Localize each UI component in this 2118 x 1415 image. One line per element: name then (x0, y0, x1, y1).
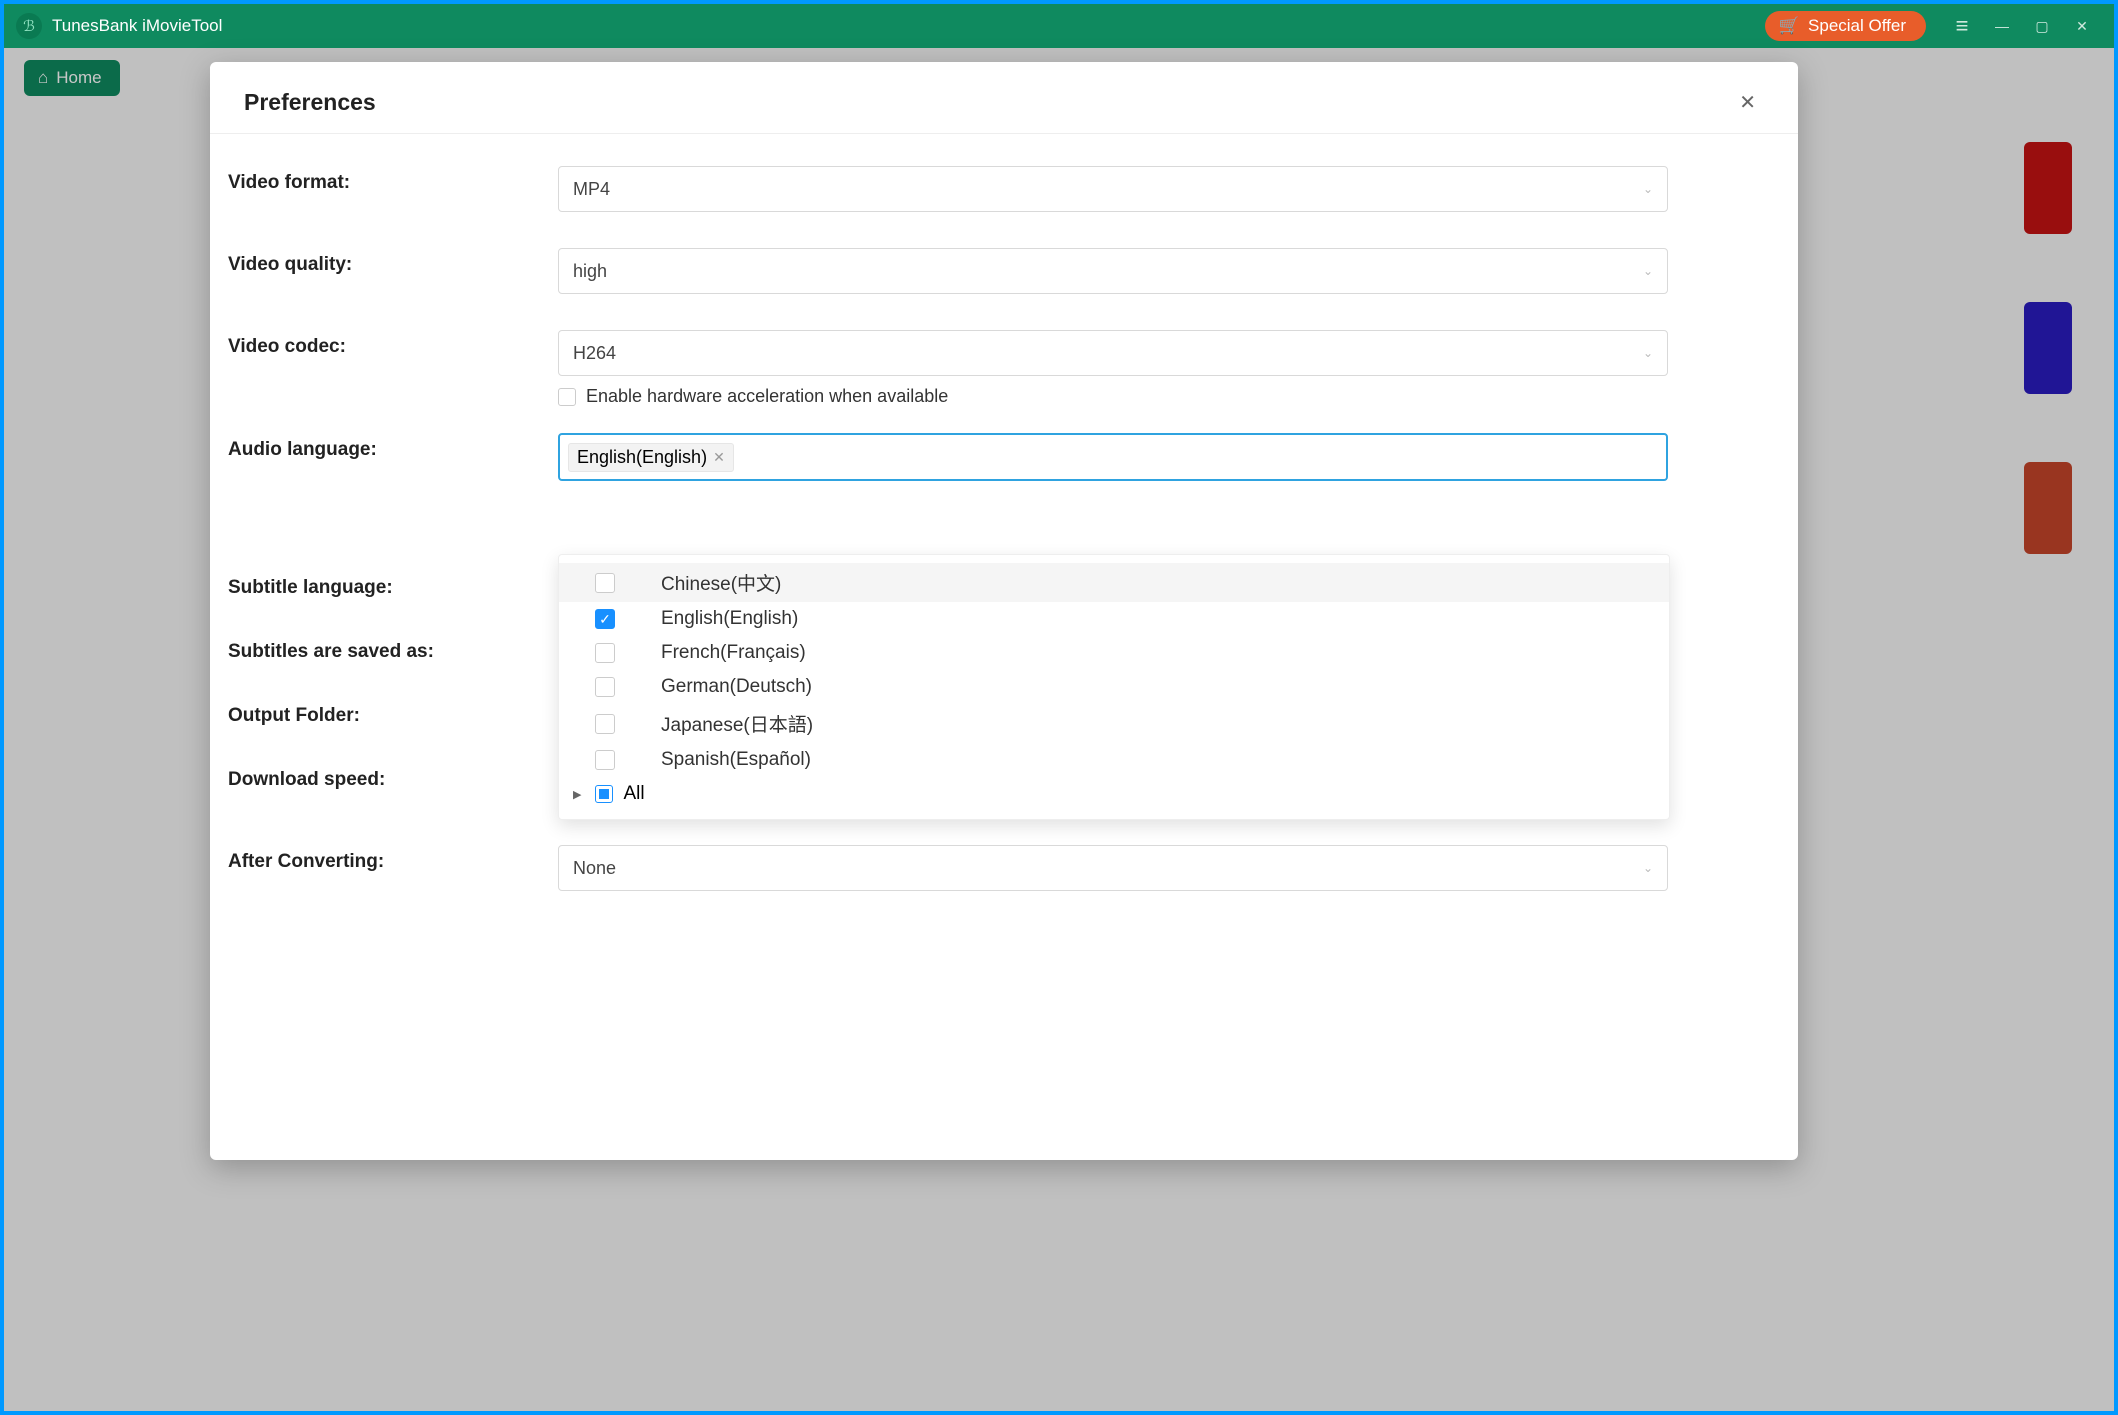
titlebar: ℬ TunesBank iMovieTool 🛒 Special Offer ≡… (4, 4, 2114, 48)
label-video-codec: Video codec: (228, 330, 558, 358)
chevron-down-icon: ⌄ (1643, 861, 1653, 875)
close-icon[interactable]: ✕ (1731, 86, 1764, 119)
dropdown-option-all[interactable]: ▶ All (559, 777, 1669, 811)
special-offer-label: Special Offer (1808, 16, 1906, 36)
maximize-button[interactable]: ▢ (2022, 6, 2062, 46)
minimize-button[interactable]: — (1982, 6, 2022, 46)
option-checkbox[interactable] (595, 714, 615, 734)
label-output-folder: Output Folder: (228, 699, 558, 727)
label-audio-language: Audio language: (228, 433, 558, 461)
dropdown-option-japanese[interactable]: Japanese(日本語) (559, 704, 1669, 743)
hw-accel-checkbox-row[interactable]: Enable hardware acceleration when availa… (558, 386, 1668, 407)
menu-icon[interactable]: ≡ (1942, 6, 1982, 46)
cart-icon: 🛒 (1779, 16, 1800, 36)
select-video-quality[interactable]: high ⌄ (558, 248, 1668, 294)
row-video-format: Video format: MP4 ⌄ (228, 166, 1780, 212)
label-subtitle-language: Subtitle language: (228, 571, 558, 599)
chevron-down-icon: ⌄ (1643, 182, 1653, 196)
tag-remove-icon[interactable]: ✕ (713, 449, 725, 466)
label-subtitles-saved-as: Subtitles are saved as: (228, 635, 558, 663)
row-video-quality: Video quality: high ⌄ (228, 248, 1780, 294)
label-video-quality: Video quality: (228, 248, 558, 276)
hw-accel-label: Enable hardware acceleration when availa… (586, 386, 948, 407)
modal-body: Video format: MP4 ⌄ Video quality: high … (210, 134, 1798, 1160)
row-after-converting: After Converting: None ⌄ (228, 845, 1780, 891)
select-video-format[interactable]: MP4 ⌄ (558, 166, 1668, 212)
hw-accel-checkbox[interactable] (558, 388, 576, 406)
option-checkbox[interactable] (595, 609, 615, 629)
modal-header: Preferences ✕ (210, 62, 1798, 134)
app-logo-icon: ℬ (16, 13, 42, 39)
preferences-modal: Preferences ✕ Video format: MP4 ⌄ Video … (210, 62, 1798, 1160)
app-body: ⌂ Home Preferences ✕ Video format: MP4 ⌄ (4, 48, 2114, 1411)
select-video-codec[interactable]: H264 ⌄ (558, 330, 1668, 376)
option-checkbox[interactable] (595, 677, 615, 697)
select-after-converting[interactable]: None ⌄ (558, 845, 1668, 891)
row-video-codec: Video codec: H264 ⌄ Enable hardware acce… (228, 330, 1780, 407)
dropdown-option-english[interactable]: English(English) (559, 602, 1669, 636)
chevron-down-icon: ⌄ (1643, 264, 1653, 278)
audio-language-tag: English(English) ✕ (568, 443, 734, 472)
chevron-down-icon: ⌄ (1643, 346, 1653, 360)
option-checkbox[interactable] (595, 750, 615, 770)
label-download-speed: Download speed: (228, 763, 558, 791)
option-checkbox[interactable] (595, 643, 615, 663)
dropdown-option-chinese[interactable]: Chinese(中文) (559, 563, 1669, 602)
label-video-format: Video format: (228, 166, 558, 194)
audio-language-dropdown: Chinese(中文) English(English) French(Fran… (558, 554, 1670, 820)
multiselect-audio-language[interactable]: English(English) ✕ (558, 433, 1668, 481)
dropdown-option-spanish[interactable]: Spanish(Español) (559, 743, 1669, 777)
expand-caret-icon[interactable]: ▶ (573, 788, 581, 801)
window-close-button[interactable]: ✕ (2062, 6, 2102, 46)
dropdown-option-german[interactable]: German(Deutsch) (559, 670, 1669, 704)
label-after-converting: After Converting: (228, 845, 558, 873)
special-offer-button[interactable]: 🛒 Special Offer (1765, 11, 1926, 41)
app-title: TunesBank iMovieTool (52, 16, 1765, 36)
option-checkbox[interactable] (595, 573, 615, 593)
all-checkbox-indeterminate[interactable] (595, 785, 613, 803)
dropdown-option-french[interactable]: French(Français) (559, 636, 1669, 670)
row-audio-language: Audio language: English(English) ✕ (228, 433, 1780, 481)
modal-title: Preferences (244, 89, 1731, 116)
